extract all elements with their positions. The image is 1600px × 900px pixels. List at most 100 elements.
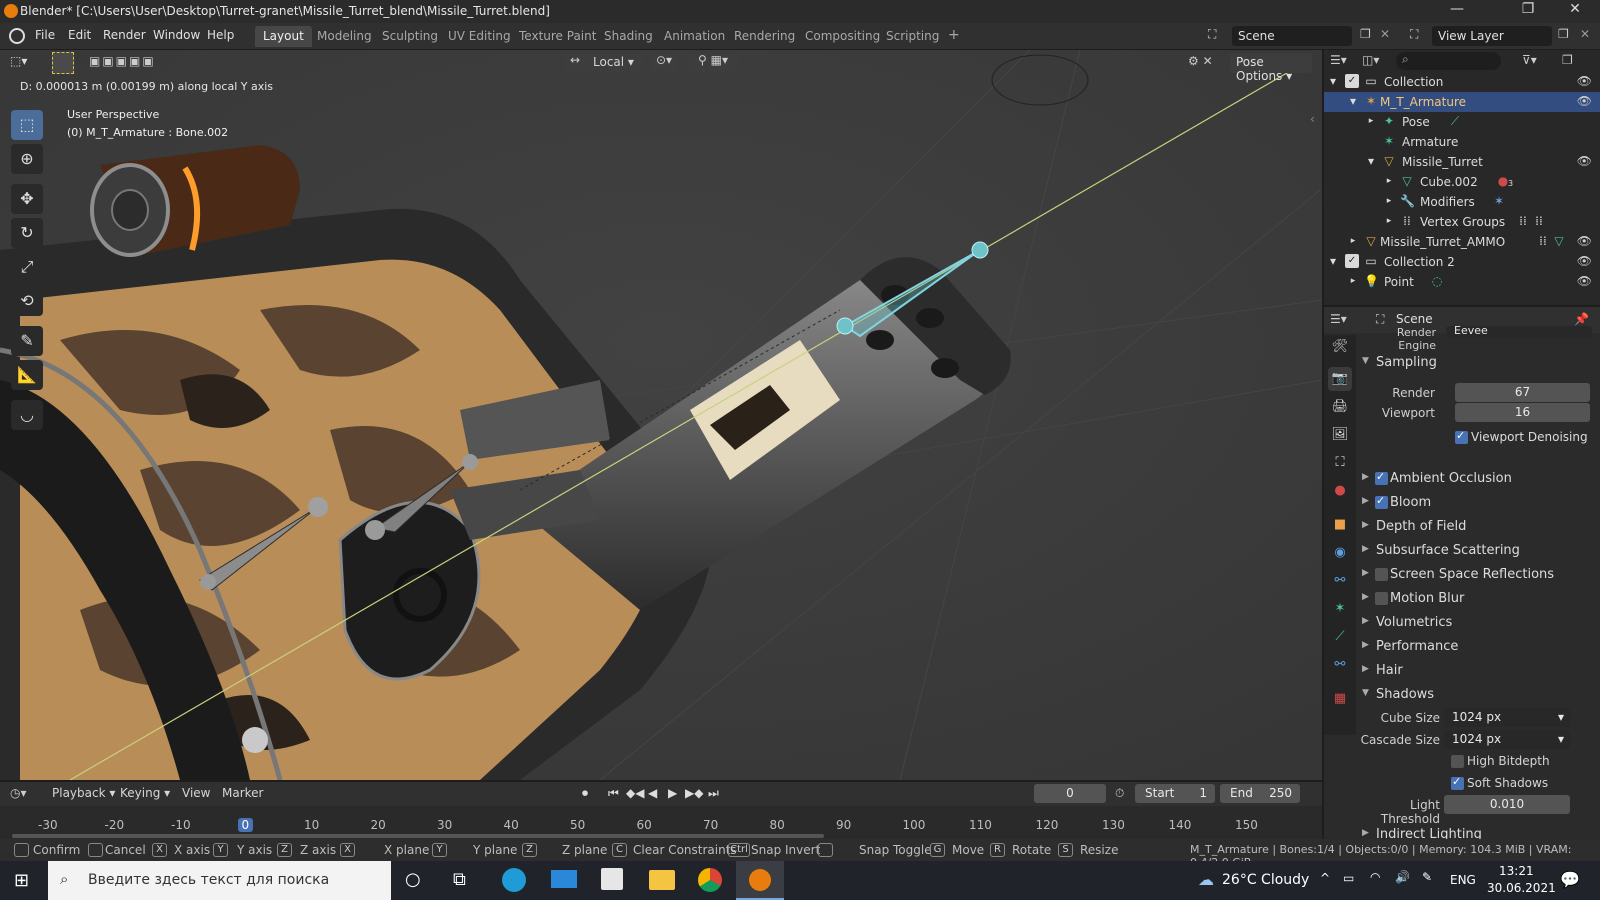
end-frame-field[interactable]: End 250 [1220,784,1300,803]
scale-tool[interactable]: ⤢ [11,252,43,282]
visibility-eye-icon[interactable]: 👁 [1577,274,1592,288]
delete-scene-icon[interactable]: ✕ [1380,27,1390,41]
expand-arrow-icon[interactable]: ▾ [1364,154,1378,168]
edge-browser-icon[interactable] [502,868,526,892]
menu-file[interactable]: File [35,28,55,42]
bone-constraints-tab-icon[interactable]: ⚯ [1328,653,1352,677]
high-bitdepth-checkbox[interactable] [1451,755,1464,768]
new-view-layer-icon[interactable]: ❐ [1558,27,1569,41]
minimize-button[interactable]: — [1434,1,1480,23]
store-icon[interactable] [601,868,623,890]
annotate-tool[interactable]: ✎ [11,326,43,356]
tab-sculpting[interactable]: Sculpting [374,26,446,47]
panel-header-hair[interactable]: ▶ Hair [1356,660,1600,682]
outliner-row-collection[interactable]: ▾ ✓ ▭ Collection 👁 [1324,72,1600,92]
language-indicator[interactable]: ENG [1450,873,1476,887]
tab-texture-paint[interactable]: Texture Paint [511,26,604,47]
indirect-lighting-panel-header[interactable]: ▶ Indirect Lighting [1356,824,1600,839]
tab-scripting[interactable]: Scripting [878,26,947,47]
next-keyframe-button[interactable]: ▶◆ [685,786,703,800]
outliner-row-point[interactable]: ▸ 💡 Point ◌ 👁 [1324,272,1600,292]
expand-arrow-icon[interactable]: ▸ [1346,234,1360,248]
cascade-size-dropdown[interactable]: 1024 px ▾ [1444,730,1570,749]
physics-tab-icon[interactable]: ◉ [1328,541,1352,565]
close-button[interactable]: ✕ [1552,1,1598,23]
visibility-eye-icon[interactable]: 👁 [1577,154,1592,168]
tray-chevron-icon[interactable]: ^ [1320,871,1330,885]
timeline-editor-icon[interactable]: ◷▾ [10,786,27,800]
visibility-eye-icon[interactable]: 👁 [1577,74,1592,88]
snap-icon[interactable]: ⚲ ▦▾ [688,53,738,73]
relax-tool[interactable]: ◡ [11,400,43,430]
clock-time[interactable]: 13:21 [1499,864,1534,878]
jump-start-button[interactable]: ⏮ [608,786,619,801]
marker-menu[interactable]: Marker [222,786,263,800]
maximize-button[interactable]: ❐ [1505,1,1551,23]
viewport-samples-field[interactable]: 16 [1455,403,1590,422]
panel-header-depth-of-field[interactable]: ▶ Depth of Field [1356,516,1600,538]
outliner-row-cube-002[interactable]: ▸ ▽ Cube.002 ● 3 [1324,172,1600,192]
display-mode-icon[interactable]: ◫▾ [1362,53,1379,67]
soft-shadows-checkbox[interactable] [1451,775,1464,790]
panel-header-subsurface-scattering[interactable]: ▶ Subsurface Scattering [1356,540,1600,562]
panel-header-motion-blur[interactable]: ▶ Motion Blur [1356,588,1600,610]
view-menu[interactable]: View [182,786,210,800]
jump-end-button[interactable]: ⏭ [708,786,719,801]
editor-type-icon[interactable]: ⬚▾ [10,54,27,68]
sampling-panel-header[interactable]: ▼ Sampling [1356,352,1600,374]
chrome-icon[interactable] [698,868,722,892]
start-frame-field[interactable]: Start 1 [1135,784,1215,803]
cube-size-dropdown[interactable]: 1024 px ▾ [1444,708,1570,727]
taskbar-search-box[interactable]: ⌕ Введите здесь текст для поиска [48,861,391,900]
viewport-x-icon[interactable]: ⚙ ✕ [1188,54,1213,68]
render-engine-dropdown[interactable]: Eevee [1446,326,1592,338]
current-frame-field[interactable]: 0 [1034,784,1106,803]
selection-mode-icons[interactable]: ▣▣▣▣▣ [89,54,156,68]
viewport-denoising-checkbox[interactable] [1455,429,1468,444]
select-box-tool-icon[interactable] [52,52,74,74]
windows-start-icon[interactable]: ⊞ [14,870,29,891]
weather-icon[interactable]: ☁ [1198,870,1214,889]
outliner-row-pose[interactable]: ▸ ✦ Pose ⟋ [1324,112,1600,132]
panel-header-bloom[interactable]: ▶ Bloom [1356,492,1600,514]
record-button[interactable]: ⏺ [582,786,588,801]
stopwatch-icon[interactable]: ⏱ [1115,786,1124,801]
scene-field[interactable]: Scene [1232,26,1352,46]
outliner-search-input[interactable]: ⌕ [1396,52,1501,70]
pin-icon[interactable]: 📌 [1574,312,1589,326]
weather-text[interactable]: 26°C Cloudy [1222,872,1309,888]
expand-arrow-icon[interactable]: ▸ [1346,274,1360,288]
expand-arrow-icon[interactable]: ▸ [1382,174,1396,188]
playback-menu[interactable]: Playback ▾ [52,786,115,800]
menu-help[interactable]: Help [207,28,234,42]
view-layer-browse-icon[interactable]: ⛶ [1410,27,1418,42]
light-threshold-field[interactable]: 0.010 [1444,795,1570,814]
move-tool[interactable]: ✥ [11,184,43,214]
expand-arrow-icon[interactable]: ▸ [1382,214,1396,228]
expand-arrow-icon[interactable]: ▾ [1326,74,1340,88]
play-button[interactable]: ▶ [668,786,677,800]
checkbox-icon[interactable]: ✓ [1345,74,1359,88]
section-enable-checkbox[interactable] [1375,494,1388,509]
filter-icon[interactable]: ⊽▾ [1522,53,1537,67]
task-view-icon[interactable]: ⧉ [453,869,466,890]
shadows-panel-header[interactable]: ▼ Shadows [1356,684,1600,706]
measure-tool[interactable]: 📐 [11,360,43,390]
outliner-row-armature[interactable]: ✶ Armature [1324,132,1600,152]
volume-icon[interactable]: 🔊 [1395,870,1410,884]
visibility-eye-icon[interactable]: 👁 [1577,234,1592,248]
blender-menu-icon[interactable] [9,28,25,44]
select-box-tool[interactable]: ⬚ [11,110,43,140]
bone-tab-icon[interactable]: ⟋ [1328,625,1352,649]
network-icon[interactable]: ◠ [1370,870,1380,884]
orientation-dropdown[interactable]: Local ▾ [587,53,642,73]
outliner-row-collection-2[interactable]: ▾ ✓ ▭ Collection 2 👁 [1324,252,1600,272]
outliner-row-modifiers[interactable]: ▸ 🔧 Modifiers ✶ [1324,192,1600,212]
blender-taskbar-icon[interactable] [736,861,784,900]
render-tab-icon[interactable]: 📷 [1328,367,1352,391]
pen-icon[interactable]: ✎ [1422,870,1432,884]
panel-header-ambient-occlusion[interactable]: ▶ Ambient Occlusion [1356,468,1600,490]
menu-render[interactable]: Render [103,28,146,42]
tab-rendering[interactable]: Rendering [726,26,803,47]
object-data-tab-icon[interactable]: ✶ [1328,597,1352,621]
